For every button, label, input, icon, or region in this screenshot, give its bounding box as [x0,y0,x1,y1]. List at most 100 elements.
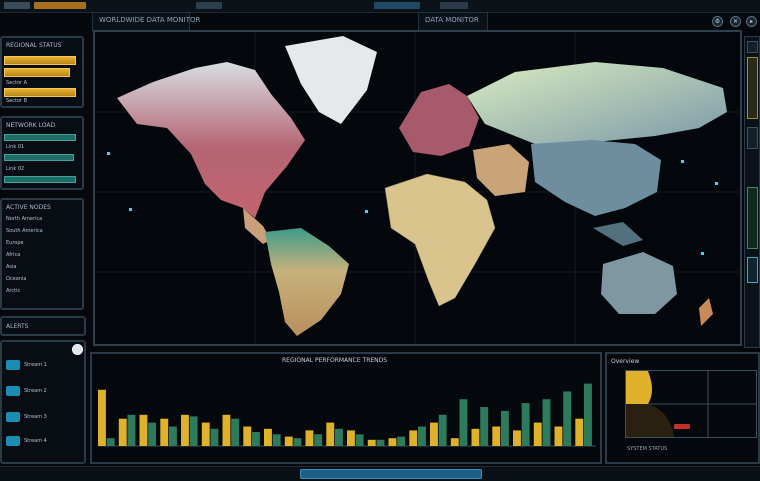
node-row[interactable]: Arctic [6,288,20,294]
stream-label: Stream 2 [24,388,47,394]
chart-bar-s2-11[interactable] [314,434,323,446]
region-new-zealand[interactable] [699,298,713,326]
chart-bar-s1-22[interactable] [533,422,542,446]
menu-item-4[interactable] [374,2,420,9]
chart-bar-s1-9[interactable] [264,428,272,446]
chart-bar-s1-5[interactable] [181,414,189,446]
region-north-asia[interactable] [467,62,727,144]
region-europe[interactable] [399,84,479,156]
region-north-america[interactable] [117,62,305,218]
chart-bar-s1-1[interactable] [98,389,106,446]
chart-bar-s2-22[interactable] [542,399,551,446]
chart-bar-s2-2[interactable] [127,414,136,446]
chart-bar-s1-7[interactable] [222,414,231,446]
load-bar-2[interactable] [4,154,74,161]
chart-bar-s1-11[interactable] [305,430,314,446]
tool-chip[interactable] [747,41,758,53]
region-africa[interactable] [384,173,496,307]
chart-bar-s1-21[interactable] [513,430,521,446]
chart-bar-s1-23[interactable] [554,426,563,447]
expand-icon[interactable]: ▸ [746,16,757,27]
chart-bar-s1-18[interactable] [450,438,459,446]
chart-bar-s1-10[interactable] [284,436,293,446]
settings-icon[interactable]: ⚙ [712,16,723,27]
chart-bar-s1-20[interactable] [492,426,501,447]
menu-item-3[interactable] [196,2,222,9]
chart-bar-s1-16[interactable] [409,430,418,446]
chart-bar-s1-6[interactable] [201,422,210,446]
chart-bar-s2-19[interactable] [480,407,489,446]
chart-bar-s2-15[interactable] [397,436,406,446]
world-map[interactable] [93,30,742,346]
node-row[interactable]: Asia [6,264,16,270]
panel-alerts[interactable]: ALERTS [0,316,86,336]
region-greenland[interactable] [285,36,377,124]
chart-bar-s1-14[interactable] [367,439,376,446]
toggle-icon[interactable] [72,344,83,355]
alert-marker[interactable] [674,424,690,429]
status-bar-3[interactable] [4,88,76,97]
load-bar-3[interactable] [4,176,76,183]
chart-bar-s1-17[interactable] [430,422,438,446]
node-row[interactable]: North America [6,216,42,222]
chart-bar-s2-3[interactable] [148,422,157,446]
chart-bar-s2-20[interactable] [501,410,509,446]
scroll-bar[interactable] [300,469,482,479]
right-tool-strip [744,36,760,348]
chart-bar-s2-13[interactable] [355,434,364,446]
region-south-asia[interactable] [531,140,661,216]
chart-bar-s1-13[interactable] [347,430,355,446]
overview-svg [626,371,756,437]
chart-bar-s2-7[interactable] [231,418,240,446]
region-oceania[interactable] [601,252,677,314]
chart-bar-s2-4[interactable] [169,426,177,447]
chart-bar-s2-18[interactable] [459,399,468,446]
chart-bar-s1-4[interactable] [160,418,169,446]
chart-bar-s2-21[interactable] [521,403,530,446]
menu-item-2[interactable] [34,2,86,9]
menu-item-1[interactable] [4,2,30,9]
menu-item-5[interactable] [440,2,468,9]
chart-bar-s2-23[interactable] [563,391,572,446]
tool-chip[interactable] [747,127,758,149]
load-bar-1[interactable] [4,134,76,141]
chart-bar-s2-5[interactable] [189,416,198,446]
stream-icon[interactable] [6,412,20,422]
chart-bar-s1-8[interactable] [243,426,252,447]
tool-chip[interactable] [747,257,758,283]
chart-bar-s2-12[interactable] [335,428,343,446]
close-icon[interactable]: ✕ [730,16,741,27]
chart-bar-s1-19[interactable] [471,428,480,446]
chart-bar-s2-8[interactable] [252,432,260,446]
tool-chip[interactable] [747,57,758,119]
region-southeast-asia[interactable] [593,222,643,246]
chart-bar-s2-14[interactable] [376,439,385,446]
node-row[interactable]: Europe [6,240,24,246]
tab-data-monitor[interactable]: DATA MONITOR [418,12,488,31]
node-row[interactable]: Oceania [6,276,26,282]
chart-bar-s2-24[interactable] [584,383,592,446]
status-bar-2[interactable] [4,68,70,77]
stream-icon[interactable] [6,436,20,446]
region-south-america[interactable] [265,228,349,336]
bar-chart[interactable] [92,354,600,462]
chart-bar-s2-10[interactable] [293,438,302,446]
chart-bar-s1-12[interactable] [326,422,335,446]
chart-bar-s2-1[interactable] [106,438,115,446]
node-row[interactable]: South America [6,228,43,234]
chart-bar-s1-3[interactable] [139,414,148,446]
chart-bar-s2-6[interactable] [210,428,219,446]
chart-bar-s1-24[interactable] [575,418,584,446]
chart-bar-s1-2[interactable] [118,418,127,446]
stream-icon[interactable] [6,360,20,370]
status-bar-1[interactable] [4,56,76,65]
chart-bar-s1-15[interactable] [388,438,397,446]
tab-map[interactable]: WORLDWIDE DATA MONITOR [92,12,200,31]
region-middle-east[interactable] [473,144,529,196]
stream-icon[interactable] [6,386,20,396]
node-row[interactable]: Africa [6,252,20,258]
chart-bar-s2-17[interactable] [438,414,447,446]
chart-bar-s2-16[interactable] [418,426,426,447]
chart-bar-s2-9[interactable] [272,434,281,446]
tool-chip[interactable] [747,187,758,249]
